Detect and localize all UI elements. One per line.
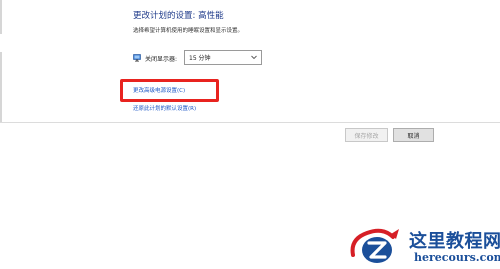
watermark-url: herecours.com [414,251,500,264]
display-off-row: 关闭显示器: [133,50,177,66]
chevron-down-icon [251,55,257,60]
restore-defaults-link[interactable]: 还原此计划的默认设置(R) [133,104,196,112]
window-edge [0,52,2,122]
display-off-label: 关闭显示器: [145,55,178,63]
page-title: 更改计划的设置: 高性能 [133,11,224,21]
cancel-button[interactable]: 取消 [393,128,434,142]
logo-mark-icon [350,228,399,263]
display-off-value: 15 分钟 [189,55,211,62]
separator [0,122,500,123]
display-off-select[interactable]: 15 分钟 [184,50,262,65]
watermark-logo: 这里教程网 herecours.com [347,223,500,267]
monitor-icon [133,54,141,62]
page-subtitle: 选择希望计算机使用的睡眠设置和显示设置。 [133,28,244,34]
save-button[interactable]: 保存修改 [345,128,388,142]
watermark-name: 这里教程网 [409,231,500,252]
highlight-box [120,79,219,102]
window-edge [0,0,2,34]
